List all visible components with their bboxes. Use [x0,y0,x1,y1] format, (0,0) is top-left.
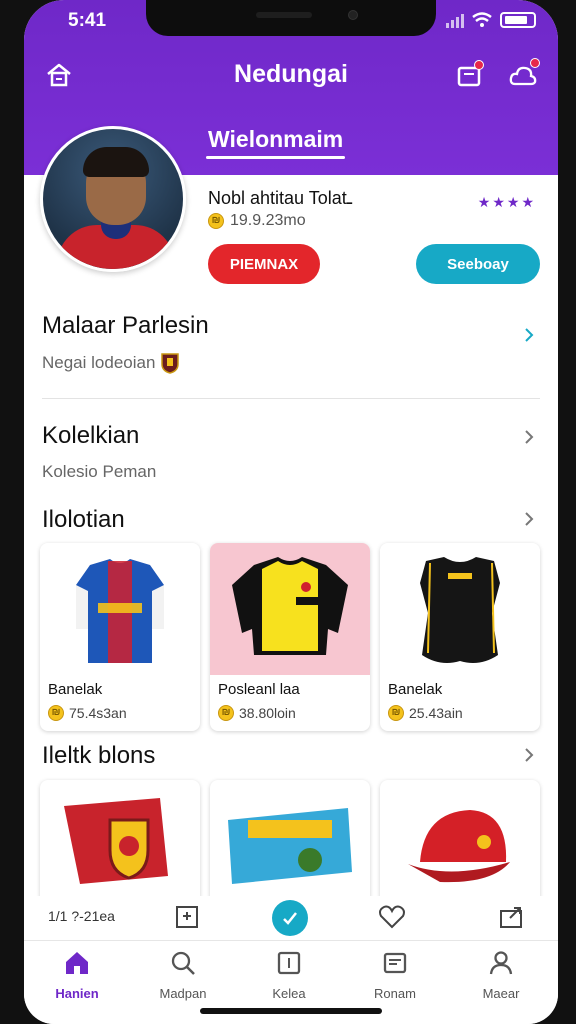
avatar[interactable] [40,126,186,272]
product-card[interactable]: Banelak ₪ 25.43ain [380,543,540,731]
box-icon [277,951,301,975]
chevron-right-icon[interactable] [522,430,536,444]
wifi-icon [472,12,492,27]
section-sub-1: Negai lodeoian [42,352,180,374]
chevron-right-icon[interactable] [522,328,536,342]
user-icon [489,951,513,975]
scarf-image [64,798,168,884]
battery-icon [500,12,536,28]
cloud-user-icon[interactable] [506,58,540,92]
chart-box-icon[interactable] [174,904,200,930]
divider [42,398,540,399]
product-card[interactable]: Banelak ₪ 75.4s3an [40,543,200,731]
snack-pack-image [228,808,352,884]
section-title-3[interactable]: Ilolotian [42,506,125,534]
section-title-2[interactable]: Kolelkian [42,422,139,450]
nav-item-box[interactable]: Kelea [244,949,334,1001]
product-image [210,543,370,675]
cart-icon [383,952,407,974]
section-title-4[interactable]: Ileltk blons [42,742,155,770]
coin-icon: ₪ [208,213,224,229]
cart-icon[interactable] [452,58,486,92]
phone-frame: 5:41 Nedungai Wielonmaim Nobl ahtitau To… [0,0,576,1024]
product-card[interactable]: Posleanl laa ₪ 38.80loin [210,543,370,731]
section-title-1[interactable]: Malaar Parlesin [42,312,209,340]
check-icon [283,912,297,925]
tab-wielonmaim[interactable]: Wielonmaim [205,126,346,159]
coin-icon: ₪ [218,705,234,721]
chevron-right-icon[interactable] [522,512,536,526]
nav-label: Hanien [55,986,99,1001]
profile-meta-value: 19.9.23mo [230,212,306,229]
product-price-value: 75.4s3an [69,705,127,721]
secondary-action-button[interactable]: Seeboay [416,244,540,284]
product-price-value: 38.80loin [239,705,296,721]
search-icon [171,951,195,975]
product-name: Posleanl laa [218,681,300,698]
profile-meta: ₪ 19.9.23mo [208,212,306,230]
product-name: Banelak [388,681,443,698]
mini-row-label: 1/1 ?-21ea [48,908,115,924]
product-price: ₪ 75.4s3an [48,705,127,721]
club-badge-icon [161,353,180,374]
coin-icon: ₪ [48,705,64,721]
nav-item-profile[interactable]: Maear [456,949,546,1001]
coin-icon: ₪ [388,705,404,721]
rating-stars: ★★★★ [477,194,536,210]
product-price-value: 25.43ain [409,705,463,721]
cap-image [408,810,510,883]
phone-notch [146,0,436,36]
profile-name: Nobl ahtitau Tolatـ [208,188,353,208]
status-icons [446,12,536,28]
product-price: ₪ 25.43ain [388,705,463,721]
nav-item-search[interactable]: Madpan [138,949,228,1001]
nav-item-home[interactable]: Hanien [32,949,122,1001]
nav-label: Maear [482,986,520,1001]
product-name: Banelak [48,681,103,698]
section-sub-1-label: Negai lodeoian [42,353,156,372]
primary-action-button[interactable]: PIEMNAX [208,244,320,284]
heart-icon[interactable] [378,904,406,930]
chevron-right-icon[interactable] [522,748,536,762]
notification-badge [530,58,540,68]
home-indicator [200,1008,382,1014]
product-image [380,543,540,675]
check-fab-button[interactable] [272,900,308,936]
nav-item-cart[interactable]: Ronam [350,949,440,1001]
signal-icon [446,12,464,28]
share-box-icon[interactable] [498,904,526,930]
home-icon [66,952,88,974]
nav-label: Ronam [374,986,416,1001]
cart-badge [474,60,484,70]
nav-label: Kelea [272,986,306,1001]
status-time: 5:41 [68,10,107,31]
nav-label: Madpan [159,986,207,1001]
section-sub-2: Kolesio Peman [42,462,157,481]
screen: 5:41 Nedungai Wielonmaim Nobl ahtitau To… [24,0,558,1024]
product-price: ₪ 38.80loin [218,705,296,721]
product-image [40,543,200,675]
